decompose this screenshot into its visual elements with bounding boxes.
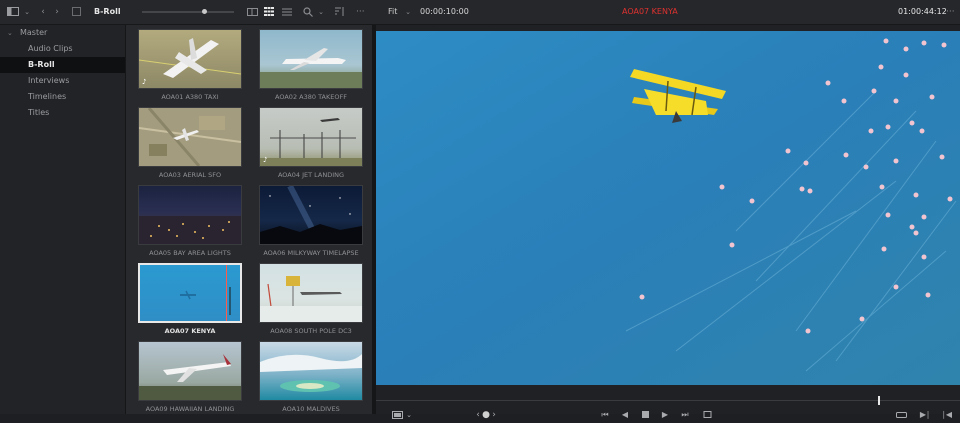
sidebar-item-interviews[interactable]: Interviews <box>0 73 125 89</box>
clip-name: AOA06 MILKYWAY TIMELAPSE <box>263 249 359 257</box>
clip-thumbnail[interactable]: AOA03 AERIAL SFO <box>138 107 242 179</box>
jog-left-icon[interactable]: ‹ <box>474 407 482 423</box>
sidebar-item-label: Titles <box>28 108 50 117</box>
clip-name: AOA07 KENYA <box>164 327 216 335</box>
media-pool: ♪ AOA01 A380 TAXI AOA02 A380 TAKEOFF AOA… <box>126 25 372 414</box>
sidebar-item-titles[interactable]: Titles <box>0 105 125 121</box>
scrubber-track[interactable] <box>376 396 960 405</box>
clip-name: AOA05 BAY AREA LIGHTS <box>149 249 231 257</box>
thumbnail-view-icon[interactable] <box>262 0 276 24</box>
video-frame[interactable] <box>376 31 960 385</box>
list-view-icon[interactable] <box>280 0 294 24</box>
play-icon[interactable]: ▶ <box>658 407 672 423</box>
clip-preview[interactable] <box>259 341 363 401</box>
pool-more-button[interactable]: ··· <box>356 0 365 24</box>
clip-thumbnail[interactable]: AOA08 SOUTH POLE DC3 <box>259 263 363 335</box>
search-chevron-icon[interactable]: ⌄ <box>316 0 326 24</box>
record-timecode: 01:00:44:12 <box>898 7 947 16</box>
play-marker <box>226 265 227 321</box>
clip-name: AOA09 HAWAIIAN LANDING <box>145 405 235 413</box>
clip-thumbnail[interactable]: AOA09 HAWAIIAN LANDING <box>138 341 242 413</box>
clip-preview[interactable] <box>138 107 242 167</box>
chevron-down-icon[interactable]: ⌄ <box>7 25 13 41</box>
clip-preview[interactable] <box>138 341 242 401</box>
clip-preview[interactable]: ♪ <box>138 29 242 89</box>
sidebar-item-label: Timelines <box>28 92 67 101</box>
source-timecode: 00:00:10:00 <box>420 7 469 16</box>
clip-preview[interactable] <box>138 185 242 245</box>
zoom-fit-dropdown[interactable]: Fit <box>388 0 397 24</box>
playhead[interactable] <box>878 396 880 405</box>
bin-name: B-Roll <box>94 7 121 16</box>
top-toolbar: ⌄ ‹ › B-Roll ⌄ ··· Fit ⌄ 00:00:10:00 AOA… <box>0 0 960 25</box>
sidebar-item-label: Master <box>20 28 48 37</box>
stop-icon[interactable] <box>638 407 652 423</box>
sidebar-item-timelines[interactable]: Timelines <box>0 89 125 105</box>
skip-to-start-icon[interactable]: ⏮ <box>598 407 612 423</box>
clip-title: AOA07 KENYA <box>622 7 678 16</box>
next-edit-icon[interactable]: ▶∣ <box>918 407 932 423</box>
viewer-panel: ⌄ ‹ ● › ⏮ ◀ ▶ ⏭ ▶∣ ∣◀ <box>376 25 960 420</box>
thumbnail-size-slider[interactable] <box>142 9 234 14</box>
play-reverse-icon[interactable]: ◀ <box>618 407 632 423</box>
jog-dot-icon[interactable]: ● <box>482 407 490 423</box>
clip-thumbnail[interactable]: AOA05 BAY AREA LIGHTS <box>138 185 242 257</box>
clip-thumbnail[interactable]: AOA06 MILKYWAY TIMELAPSE <box>259 185 363 257</box>
match-frame-icon[interactable] <box>894 407 908 423</box>
sidebar-item-audio-clips[interactable]: Audio Clips <box>0 41 125 57</box>
forward-arrow-icon[interactable]: › <box>52 0 62 24</box>
viewer-display-icon[interactable] <box>390 407 404 423</box>
bin-list-icon[interactable] <box>70 0 82 24</box>
sidebar-item-b-roll[interactable]: B-Roll <box>0 57 125 73</box>
audio-clip-icon: ♪ <box>263 156 268 164</box>
clip-name: AOA04 JET LANDING <box>277 171 345 179</box>
clip-name: AOA10 MALDIVES <box>282 405 340 413</box>
display-chevron-icon[interactable]: ⌄ <box>404 407 414 423</box>
clip-preview[interactable] <box>259 185 363 245</box>
clip-preview[interactable] <box>259 29 363 89</box>
clip-preview[interactable]: ♪ <box>259 107 363 167</box>
skip-to-end-icon[interactable]: ⏭ <box>678 407 692 423</box>
clip-thumbnail-selected[interactable]: AOA07 KENYA <box>138 263 242 335</box>
clip-name: AOA03 AERIAL SFO <box>158 171 222 179</box>
loop-icon[interactable] <box>700 407 714 423</box>
slider-handle[interactable] <box>202 9 207 14</box>
clip-name: AOA02 A380 TAKEOFF <box>275 93 347 101</box>
panel-toggle-icon[interactable] <box>6 0 20 24</box>
viewer-more-button[interactable]: ··· <box>946 0 955 24</box>
sidebar-item-master[interactable]: ⌄ Master <box>0 25 125 41</box>
clip-thumbnail[interactable]: ♪ AOA04 JET LANDING <box>259 107 363 179</box>
search-icon[interactable] <box>302 0 314 24</box>
sort-icon[interactable] <box>334 0 346 24</box>
metadata-view-icon[interactable] <box>245 0 259 24</box>
clip-name: AOA08 SOUTH POLE DC3 <box>270 327 352 335</box>
clip-name: AOA01 A380 TAXI <box>161 93 219 101</box>
clip-preview[interactable] <box>138 263 242 323</box>
audio-clip-icon: ♪ <box>142 78 147 86</box>
chevron-down-icon[interactable]: ⌄ <box>22 0 32 24</box>
sidebar-item-label: Audio Clips <box>28 44 73 53</box>
sidebar-item-label: Interviews <box>28 76 70 85</box>
sidebar-item-label: B-Roll <box>28 60 55 69</box>
clip-preview[interactable] <box>259 263 363 323</box>
clip-thumbnail[interactable]: AOA10 MALDIVES <box>259 341 363 413</box>
clip-thumbnail[interactable]: ♪ AOA01 A380 TAXI <box>138 29 242 101</box>
back-arrow-icon[interactable]: ‹ <box>38 0 48 24</box>
jog-right-icon[interactable]: › <box>490 407 498 423</box>
fit-chevron-icon[interactable]: ⌄ <box>403 0 413 24</box>
bin-sidebar: ⌄ Master Audio Clips B-Roll Interviews T… <box>0 25 126 414</box>
previous-edit-icon[interactable]: ∣◀ <box>940 407 954 423</box>
clip-thumbnail[interactable]: AOA02 A380 TAKEOFF <box>259 29 363 101</box>
